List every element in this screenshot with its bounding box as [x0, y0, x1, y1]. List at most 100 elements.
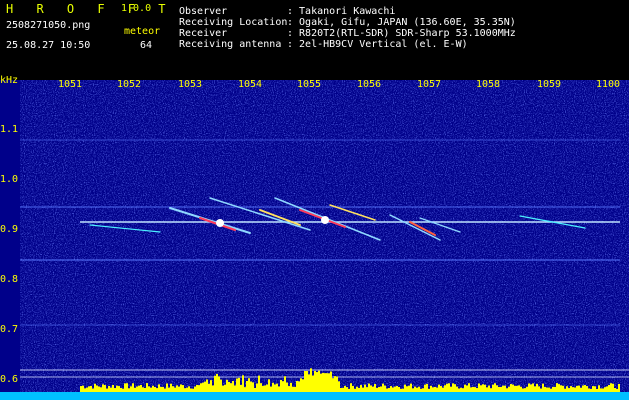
level-bar: [532, 383, 534, 392]
level-bar: [376, 387, 378, 392]
level-bar: [198, 385, 200, 392]
level-bar: [150, 387, 152, 392]
x-tick-label: 1055: [297, 79, 322, 90]
level-bar: [172, 386, 174, 392]
level-bar: [388, 388, 390, 392]
meteor-head: [216, 219, 224, 227]
level-bar: [180, 384, 182, 392]
level-bar: [558, 384, 560, 392]
level-bar: [528, 383, 530, 392]
level-bar: [206, 379, 208, 392]
level-bar: [500, 386, 502, 392]
level-bar: [176, 385, 178, 392]
level-bar: [358, 387, 360, 392]
level-bar: [382, 383, 384, 392]
level-bar: [350, 383, 352, 392]
level-bar: [290, 382, 292, 392]
level-bar: [410, 383, 412, 392]
level-bar: [556, 383, 558, 392]
level-bar: [280, 379, 282, 392]
level-bar: [196, 384, 198, 392]
level-bar: [584, 385, 586, 392]
level-bar: [182, 385, 184, 392]
level-bar: [408, 385, 410, 392]
level-bar: [472, 386, 474, 392]
level-bar: [588, 388, 590, 392]
level-bar: [618, 383, 620, 392]
level-bar: [502, 385, 504, 392]
level-bar: [128, 388, 130, 392]
y-tick-label: 0.8: [0, 274, 19, 285]
level-bar: [572, 387, 574, 392]
level-bar: [428, 388, 430, 392]
level-bar: [158, 384, 160, 392]
level-bar: [402, 388, 404, 392]
level-bar: [440, 386, 442, 392]
level-bar: [96, 385, 98, 392]
level-bar: [126, 383, 128, 392]
level-bar: [166, 383, 168, 392]
level-bar: [286, 382, 288, 392]
level-bar: [418, 386, 420, 392]
level-bar: [160, 386, 162, 392]
level-bar: [444, 385, 446, 392]
level-bar: [88, 386, 90, 392]
level-bar: [504, 385, 506, 392]
x-tick-label: 1057: [417, 79, 442, 90]
level-bar: [244, 387, 246, 392]
level-bar: [380, 386, 382, 392]
level-bar: [322, 372, 324, 392]
level-bar: [254, 387, 256, 392]
level-bar: [424, 384, 426, 392]
level-bar: [448, 383, 450, 392]
level-bar: [268, 379, 270, 392]
file-name: 2508271050.png: [6, 20, 91, 31]
level-bar: [90, 385, 92, 392]
level-bar: [282, 381, 284, 392]
level-bar: [250, 381, 252, 392]
level-bar: [114, 388, 116, 392]
level-bar: [512, 384, 514, 392]
level-bar: [540, 388, 542, 392]
level-bar: [220, 379, 222, 392]
level-bar: [606, 386, 608, 392]
level-bar: [366, 387, 368, 392]
level-bar: [384, 385, 386, 392]
level-bar: [144, 387, 146, 392]
level-bar: [536, 383, 538, 392]
level-bar: [134, 387, 136, 392]
y-axis-unit: kHz: [0, 75, 19, 86]
level-bar: [368, 383, 370, 392]
level-bar: [530, 384, 532, 392]
level-bar: [308, 374, 310, 392]
level-bar: [314, 370, 316, 392]
level-bar: [346, 387, 348, 392]
level-bar: [614, 387, 616, 392]
level-bar: [516, 385, 518, 392]
level-bar: [432, 387, 434, 392]
level-bar: [360, 385, 362, 392]
level-bar: [112, 384, 114, 392]
mode-label: meteor: [124, 26, 161, 37]
level-bar: [456, 386, 458, 392]
level-bar: [298, 381, 300, 392]
level-bar: [356, 386, 358, 392]
level-bar: [352, 385, 354, 392]
level-bar: [386, 388, 388, 392]
level-bar: [202, 382, 204, 392]
level-bar: [304, 370, 306, 392]
level-bar: [574, 387, 576, 392]
level-bar: [306, 370, 308, 392]
x-tick-label: 1056: [357, 79, 382, 90]
level-bar: [550, 388, 552, 392]
level-bar: [252, 382, 254, 392]
level-bar: [214, 375, 216, 392]
level-bar: [446, 383, 448, 392]
level-bar: [490, 388, 492, 392]
level-bar: [374, 384, 376, 392]
level-bar: [608, 384, 610, 392]
antenna-value: : 2el-HB9CV Vertical (el. E-W): [287, 39, 468, 50]
level-bar: [522, 388, 524, 392]
level-bar: [404, 384, 406, 392]
app-version: 1.0.0: [121, 3, 152, 14]
